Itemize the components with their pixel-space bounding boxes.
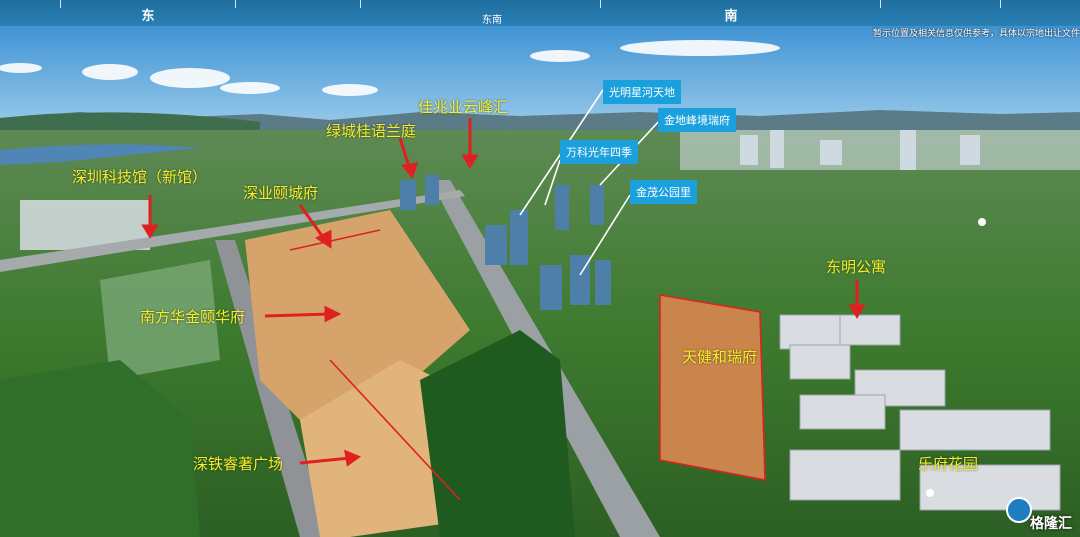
tag-guangming: 光明星河天地	[603, 80, 681, 104]
tag-jinmao: 金茂公园里	[630, 180, 697, 204]
compass-bar: 东 东南 南	[0, 0, 1080, 26]
label-tianjian: 天健和瑞府	[682, 348, 758, 366]
tag-jindi: 金地峰境瑞府	[658, 108, 736, 132]
compass-south: 南	[724, 9, 738, 24]
label-lefu: 乐府花园	[918, 455, 979, 473]
watermark-logo-icon	[1006, 497, 1032, 523]
label-jiazhao: 佳兆业云峰汇	[418, 98, 509, 116]
label-lvcheng: 绿城桂语兰庭	[326, 122, 417, 140]
label-shenye: 深业颐城府	[243, 184, 319, 202]
label-shentie: 深铁睿著广场	[193, 455, 284, 473]
compass-east: 东	[141, 9, 155, 24]
disclaimer-text: 暂示位置及相关信息仅供参考，具体以宗地出让文件	[872, 29, 1080, 39]
label-sztech: 深圳科技馆（新馆）	[72, 168, 208, 186]
label-huafa: 南方华金颐华府	[140, 308, 246, 326]
watermark-logo: 格隆汇	[1030, 516, 1072, 532]
label-dongming: 东明公寓	[826, 258, 887, 276]
compass-southeast: 东南	[482, 15, 502, 26]
tag-vanke: 万科光年四季	[560, 140, 638, 164]
